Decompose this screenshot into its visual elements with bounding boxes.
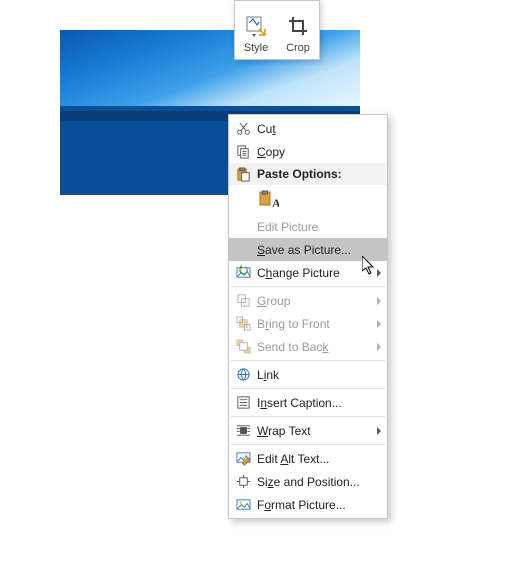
menu-size-and-position[interactable]: Size and Position... xyxy=(229,470,387,493)
menu-wrap-text[interactable]: Wrap Text xyxy=(229,419,387,442)
menu-cut[interactable]: Cut xyxy=(229,117,387,140)
menu-edit-picture: Edit Picture xyxy=(229,215,387,238)
paste-keep-text-only[interactable]: A xyxy=(257,188,281,212)
edit-alt-text-icon xyxy=(229,451,257,466)
bring-to-front-icon xyxy=(229,316,257,331)
chevron-right-icon xyxy=(377,269,381,277)
menu-bring-to-front: Bring to Front xyxy=(229,312,387,335)
menu-paste-options-label: Paste Options: xyxy=(257,167,381,181)
menu-separator xyxy=(231,444,385,445)
style-icon xyxy=(244,14,268,38)
chevron-right-icon xyxy=(377,320,381,328)
menu-paste-options-header: Paste Options: xyxy=(229,163,387,185)
format-picture-icon xyxy=(229,497,257,512)
menu-copy-label: Copy xyxy=(257,145,381,159)
menu-save-as-picture-label: Save as Picture... xyxy=(257,243,381,257)
menu-group-label: Group xyxy=(257,294,373,308)
menu-insert-caption-label: Insert Caption... xyxy=(257,396,381,410)
menu-copy[interactable]: Copy xyxy=(229,140,387,163)
svg-text:A: A xyxy=(272,196,279,210)
menu-separator xyxy=(231,388,385,389)
menu-wrap-text-label: Wrap Text xyxy=(257,424,373,438)
menu-send-to-back: Send to Back xyxy=(229,335,387,358)
menu-insert-caption[interactable]: Insert Caption... xyxy=(229,391,387,414)
menu-edit-picture-label: Edit Picture xyxy=(257,220,381,234)
crop-icon xyxy=(286,14,310,38)
menu-edit-alt-text[interactable]: Edit Alt Text... xyxy=(229,447,387,470)
chevron-right-icon xyxy=(377,297,381,305)
style-dropdown[interactable]: Style xyxy=(235,1,277,59)
menu-format-picture[interactable]: Format Picture... xyxy=(229,493,387,516)
mini-toolbar: Style Crop xyxy=(234,0,320,60)
menu-separator xyxy=(231,416,385,417)
menu-bring-to-front-label: Bring to Front xyxy=(257,317,373,331)
context-menu: Cut Copy Paste Options: A Edit Picture S… xyxy=(228,114,388,519)
style-label: Style xyxy=(244,42,268,54)
menu-separator xyxy=(231,286,385,287)
menu-change-picture[interactable]: Change Picture xyxy=(229,261,387,284)
paste-options-row: A xyxy=(229,185,387,215)
size-position-icon xyxy=(229,474,257,489)
menu-format-picture-label: Format Picture... xyxy=(257,498,381,512)
group-icon xyxy=(229,293,257,308)
change-picture-icon xyxy=(229,265,257,280)
chevron-right-icon xyxy=(377,343,381,351)
menu-change-picture-label: Change Picture xyxy=(257,266,373,280)
copy-icon xyxy=(229,144,257,159)
menu-edit-alt-text-label: Edit Alt Text... xyxy=(257,452,381,466)
menu-group: Group xyxy=(229,289,387,312)
menu-link-label: Link xyxy=(257,368,381,382)
menu-send-to-back-label: Send to Back xyxy=(257,340,373,354)
crop-label: Crop xyxy=(286,42,310,54)
chevron-right-icon xyxy=(377,427,381,435)
menu-cut-label: Cut xyxy=(257,122,381,136)
crop-button[interactable]: Crop xyxy=(277,1,319,59)
menu-save-as-picture[interactable]: Save as Picture... xyxy=(229,238,387,261)
menu-link[interactable]: Link xyxy=(229,363,387,386)
menu-separator xyxy=(231,360,385,361)
wrap-text-icon xyxy=(229,423,257,438)
insert-caption-icon xyxy=(229,395,257,410)
cut-icon xyxy=(229,121,257,136)
menu-size-position-label: Size and Position... xyxy=(257,475,381,489)
send-to-back-icon xyxy=(229,339,257,354)
paste-icon xyxy=(229,167,257,182)
link-icon xyxy=(229,367,257,382)
